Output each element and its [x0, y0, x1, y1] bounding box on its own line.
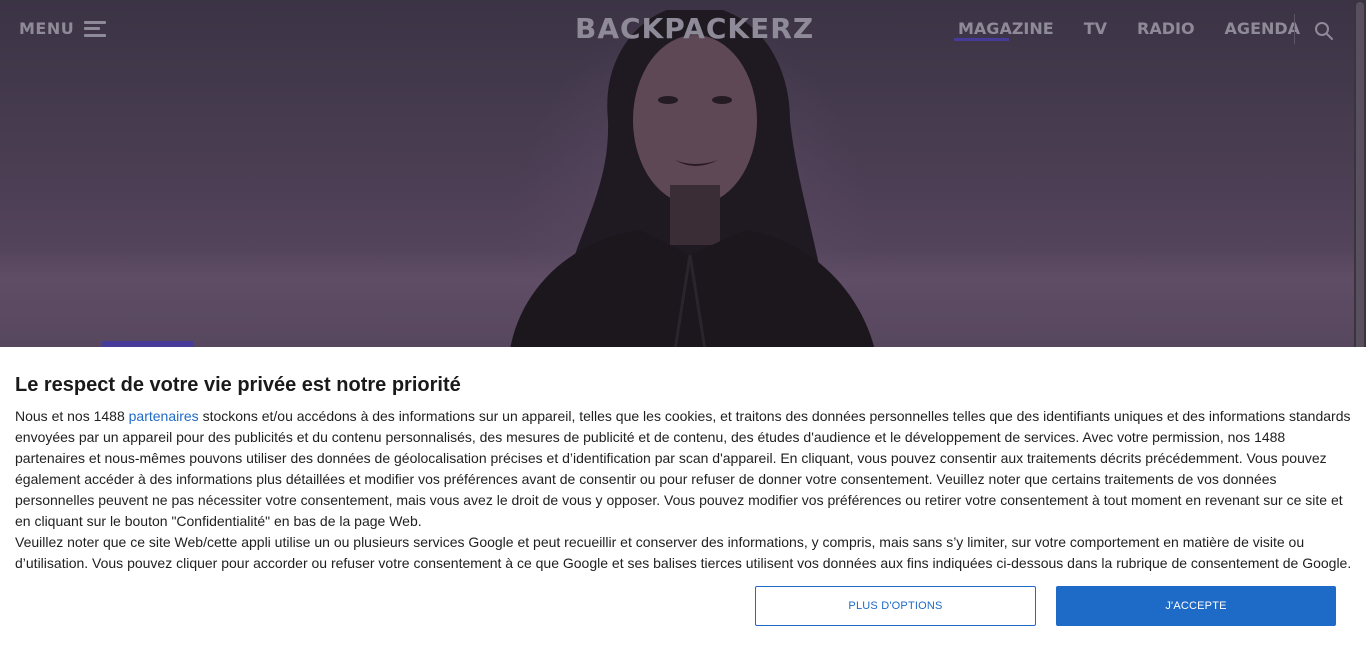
nav-item-magazine[interactable]: MAGAZINE: [954, 19, 1054, 41]
accept-button[interactable]: J'ACCEPTE: [1056, 586, 1336, 626]
main-nav: MAGAZINE TV RADIO AGENDA: [954, 19, 1330, 41]
consent-text-rest: stockons et/ou accédons à des informatio…: [15, 408, 1351, 529]
more-options-button[interactable]: PLUS D'OPTIONS: [755, 586, 1036, 626]
site-logo[interactable]: BACKPACKERZ: [575, 12, 814, 45]
consent-title: Le respect de votre vie privée est notre…: [15, 374, 461, 396]
consent-paragraph-2: Veuillez noter que ce site Web/cette app…: [15, 534, 1352, 571]
menu-label: MENU: [19, 19, 75, 38]
site-header: MENU BACKPACKERZ MAGAZINE TV RADIO AGEND…: [0, 0, 1354, 62]
consent-text-start: Nous et nos 1488: [15, 408, 129, 424]
nav-item-radio[interactable]: RADIO: [1137, 19, 1195, 38]
consent-text: Nous et nos 1488 partenaires stockons et…: [15, 406, 1355, 574]
hamburger-icon: [84, 20, 107, 37]
nav-item-tv[interactable]: TV: [1084, 19, 1107, 38]
search-icon[interactable]: [1314, 21, 1334, 41]
consent-paragraph-1: Nous et nos 1488 partenaires stockons et…: [15, 406, 1355, 532]
consent-banner: Le respect de votre vie privée est notre…: [0, 347, 1366, 651]
nav-divider: [1294, 14, 1295, 44]
menu-button[interactable]: MENU: [19, 19, 107, 38]
partners-link[interactable]: partenaires: [129, 408, 199, 424]
nav-item-agenda[interactable]: AGENDA: [1225, 19, 1301, 38]
